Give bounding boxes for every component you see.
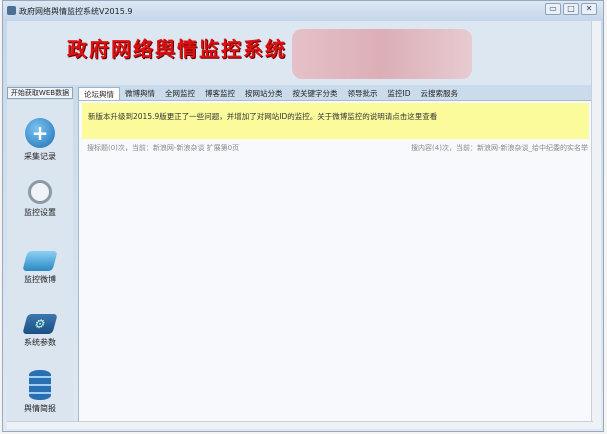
start-fetch-button[interactable]: 开始获取WEB数据 <box>7 87 73 99</box>
window-title: 政府网络舆情监控系统V2015.9 <box>19 7 133 16</box>
minimize-button[interactable]: ▭ <box>545 3 561 15</box>
close-button[interactable]: ✕ <box>581 3 597 15</box>
tab-cloud-search[interactable]: 云搜索服务 <box>416 87 464 100</box>
tab-monitor-id[interactable]: 监控ID <box>383 87 416 100</box>
sidebar-item-settings[interactable]: 监控设置 <box>7 180 73 218</box>
mail-icon <box>22 251 58 271</box>
database-icon <box>29 370 51 400</box>
tab-by-keyword[interactable]: 按关键字分类 <box>288 87 343 100</box>
tab-blog[interactable]: 博客监控 <box>200 87 240 100</box>
horizontal-scrollbar[interactable] <box>7 421 593 429</box>
sidebar-item-label: 监控设置 <box>24 208 56 217</box>
maximize-button[interactable]: □ <box>563 3 579 15</box>
sidebar-item-label: 监控微博 <box>24 275 56 284</box>
tab-weibo[interactable]: 微博舆情 <box>120 87 160 100</box>
vertical-scrollbar[interactable] <box>591 21 601 429</box>
sidebar-item-report[interactable]: 舆情简报 <box>7 370 73 414</box>
sidebar-item-records[interactable]: + 采集记录 <box>7 118 73 162</box>
sidebar: + 采集记录 监控设置 监控微博 ⚙ 系统参数 舆情简报 <box>7 100 73 428</box>
content-panel: 新版本升级到2015.9版更正了一些问题，并增加了对网站ID的监控。关于微博监控… <box>78 100 593 422</box>
title-bar: 政府网络舆情监控系统V2015.9 ▭ □ ✕ <box>3 1 603 21</box>
plus-icon: + <box>25 118 55 148</box>
sidebar-item-weibo[interactable]: 监控微博 <box>7 245 73 285</box>
sidebar-item-params[interactable]: ⚙ 系统参数 <box>7 308 73 348</box>
tab-web-monitor[interactable]: 全网监控 <box>160 87 200 100</box>
tab-forum[interactable]: 论坛舆情 <box>78 87 120 100</box>
title-search-status: 搜标题(0)次，当前：新浪网-新浪杂谈 扩展第0页 <box>87 144 240 152</box>
app-icon <box>7 6 16 15</box>
gear-icon: ⚙ <box>22 314 58 334</box>
blurred-region <box>292 29 472 79</box>
app-window: 政府网络舆情监控系统V2015.9 ▭ □ ✕ 政府网络舆情监控系统 开始获取W… <box>2 0 604 432</box>
tab-by-site[interactable]: 按网站分类 <box>240 87 288 100</box>
sidebar-item-label: 系统参数 <box>24 338 56 347</box>
sidebar-item-label: 采集记录 <box>24 152 56 161</box>
update-notice[interactable]: 新版本升级到2015.9版更正了一些问题，并增加了对网站ID的监控。关于微博监控… <box>82 103 589 139</box>
tab-leader[interactable]: 领导批示 <box>343 87 383 100</box>
tab-bar: 论坛舆情 微博舆情 全网监控 博客监控 按网站分类 按关键字分类 领导批示 监控… <box>78 87 593 100</box>
header-banner: 政府网络舆情监控系统 <box>7 21 595 85</box>
sidebar-item-label: 舆情简报 <box>24 404 56 413</box>
content-search-status: 搜内容(4)次，当前：新浪网-新浪杂谈_给中纪委的实名举 <box>411 144 588 152</box>
app-logo: 政府网络舆情监控系统 <box>67 37 287 61</box>
magnifier-icon <box>28 180 52 204</box>
